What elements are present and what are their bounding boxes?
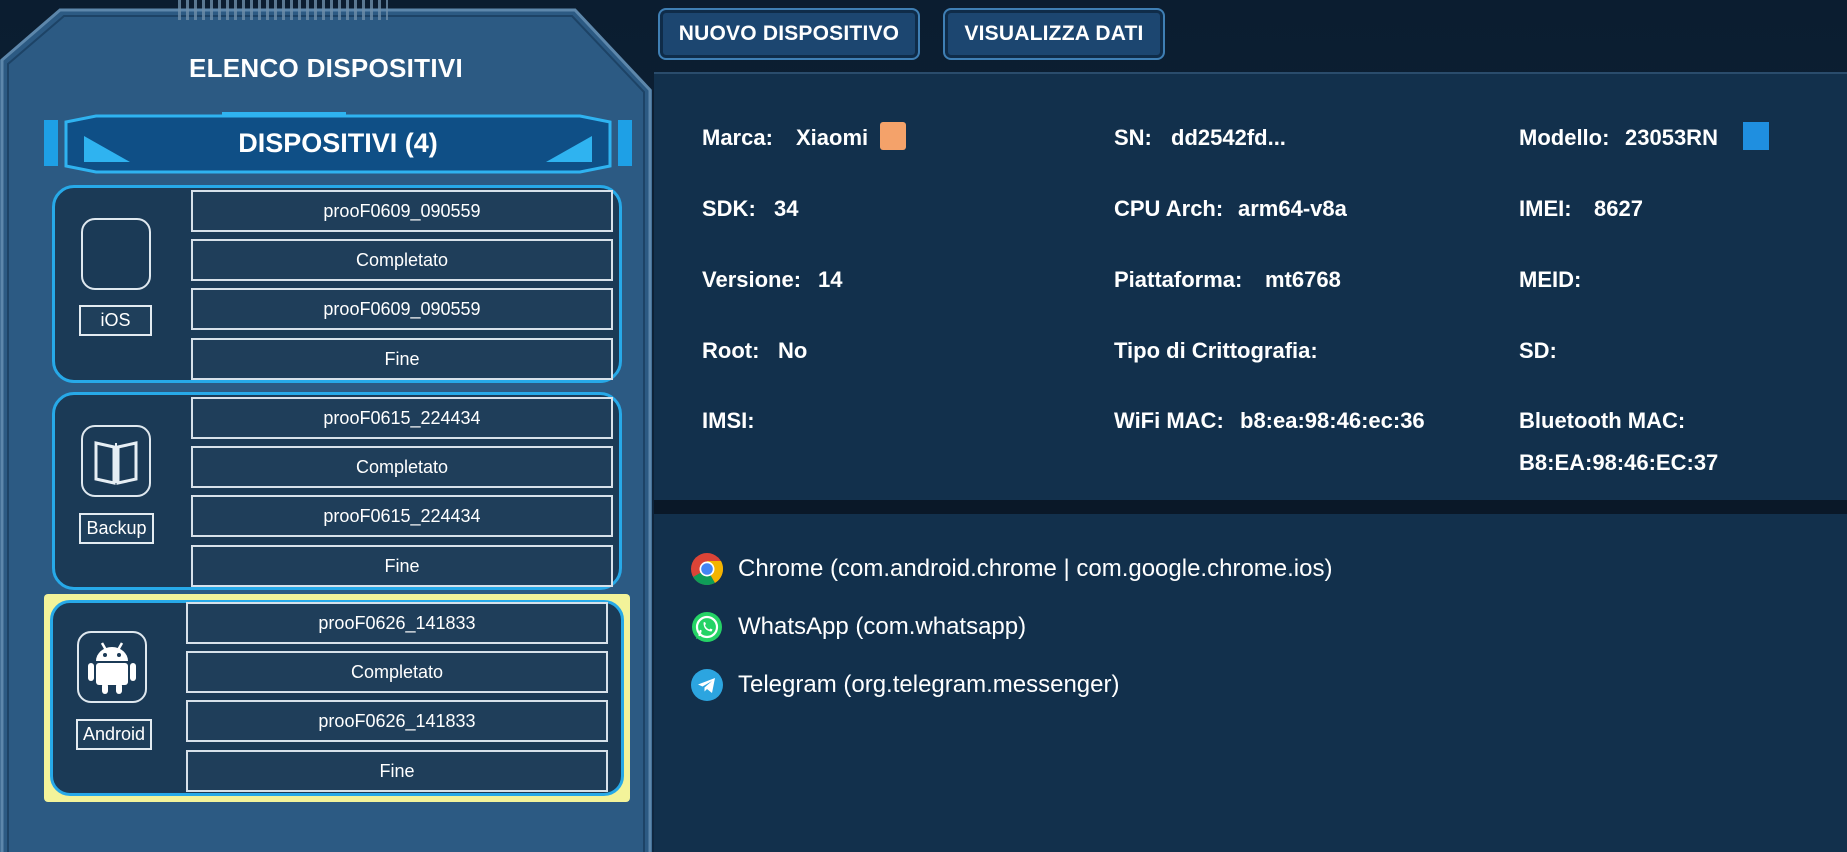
- app-name: WhatsApp (com.whatsapp): [738, 613, 1027, 640]
- end-cell[interactable]: Fine: [191, 545, 613, 587]
- platform-value: mt6768: [1265, 267, 1341, 292]
- wifi-mac-label: WiFi MAC:: [1114, 408, 1224, 433]
- version-value: 14: [818, 267, 843, 292]
- telegram-icon: [691, 669, 723, 701]
- chrome-icon: [691, 553, 724, 586]
- session-id-cell[interactable]: prooF0609_090559: [191, 288, 613, 330]
- brand-color-swatch: [880, 122, 906, 150]
- status-cell[interactable]: Completato: [191, 446, 613, 488]
- device-count-banner: DISPOSITIVI (4): [44, 112, 632, 176]
- model-color-swatch: [1743, 122, 1769, 150]
- sdk-value: 34: [774, 196, 799, 221]
- session-id-cell[interactable]: prooF0615_224434: [191, 397, 613, 439]
- model-label: Modello:: [1519, 125, 1610, 150]
- version-label: Versione:: [702, 267, 802, 292]
- status-cell[interactable]: Completato: [191, 239, 613, 281]
- root-value: No: [778, 338, 808, 363]
- encryption-type-label: Tipo di Crittografia:: [1114, 338, 1318, 363]
- app-name: Chrome (com.android.chrome | com.google.…: [738, 555, 1333, 582]
- bluetooth-mac-label: Bluetooth MAC:: [1519, 408, 1686, 433]
- session-id-cell[interactable]: prooF0626_141833: [186, 602, 608, 644]
- app-item-chrome[interactable]: Chrome (com.android.chrome | com.google.…: [690, 552, 1332, 586]
- section-divider: [654, 500, 1847, 514]
- panel-grill: [178, 0, 388, 20]
- sn-value: dd2542fd...: [1171, 125, 1286, 150]
- android-icon: [77, 631, 147, 703]
- device-card-backup[interactable]: Backup prooF0615_224434 Completato prooF…: [52, 392, 622, 590]
- new-device-button[interactable]: NUOVO DISPOSITIVO: [658, 8, 920, 60]
- bluetooth-mac-value: B8:EA:98:46:EC:37: [1519, 450, 1719, 475]
- app-window: ELENCO DISPOSITIVI DISPOSITIVI (4) iOS p…: [0, 0, 1847, 852]
- meid-label: MEID:: [1519, 267, 1582, 292]
- device-card-ios[interactable]: iOS prooF0609_090559 Completato prooF060…: [52, 185, 622, 383]
- sn-label: SN:: [1114, 125, 1152, 150]
- whatsapp-icon: [692, 612, 722, 642]
- app-name: Telegram (org.telegram.messenger): [738, 671, 1120, 698]
- status-cell[interactable]: Completato: [186, 651, 608, 693]
- cpu-arch-value: arm64-v8a: [1238, 196, 1347, 221]
- view-data-button[interactable]: VISUALIZZA DATI: [943, 8, 1165, 60]
- blank-device-icon: [81, 218, 151, 290]
- wifi-mac-value: b8:ea:98:46:ec:36: [1240, 408, 1425, 433]
- app-item-telegram[interactable]: Telegram (org.telegram.messenger): [690, 668, 1119, 702]
- brand-label: Marca:: [702, 125, 773, 150]
- sd-label: SD:: [1519, 338, 1557, 363]
- platform-label: Piattaforma:: [1114, 267, 1243, 292]
- device-type-label: Android: [76, 719, 152, 750]
- imei-label: IMEI:: [1519, 196, 1572, 221]
- android-icon-glyph: [88, 642, 136, 694]
- selected-card-inner: Android prooF0626_141833 Completato proo…: [50, 600, 624, 796]
- device-count-label: DISPOSITIVI (4): [238, 128, 438, 158]
- imsi-label: IMSI:: [702, 408, 755, 433]
- sdk-label: SDK:: [702, 196, 756, 221]
- model-value: 23053RN: [1625, 125, 1718, 150]
- brand-value: Xiaomi: [796, 125, 869, 150]
- root-label: Root:: [702, 338, 760, 363]
- device-type-label: iOS: [79, 305, 152, 336]
- device-list-title: ELENCO DISPOSITIVI: [188, 53, 464, 83]
- backup-book-icon-glyph: [94, 441, 138, 485]
- cpu-arch-label: CPU Arch:: [1114, 196, 1224, 221]
- app-item-whatsapp[interactable]: WhatsApp (com.whatsapp): [690, 610, 1026, 644]
- backup-book-icon: [81, 425, 151, 497]
- device-card-android[interactable]: Android prooF0626_141833 Completato proo…: [44, 594, 630, 802]
- end-cell[interactable]: Fine: [186, 750, 608, 792]
- session-id-cell[interactable]: prooF0609_090559: [191, 190, 613, 232]
- device-type-label: Backup: [79, 513, 154, 544]
- session-id-cell[interactable]: prooF0615_224434: [191, 495, 613, 537]
- session-id-cell[interactable]: prooF0626_141833: [186, 700, 608, 742]
- end-cell[interactable]: Fine: [191, 338, 613, 380]
- imei-value: 8627: [1594, 196, 1643, 221]
